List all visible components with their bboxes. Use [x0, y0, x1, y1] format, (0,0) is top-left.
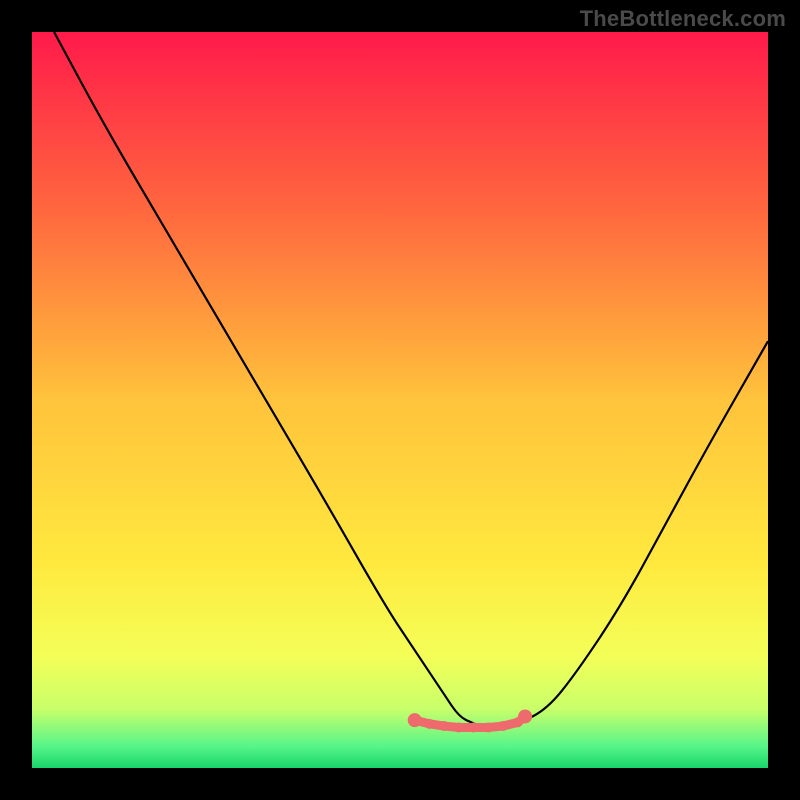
chart-plot — [32, 32, 768, 768]
highlight-dot — [424, 719, 434, 729]
highlight-dot — [469, 723, 479, 733]
gradient-background — [32, 32, 768, 768]
highlight-dot — [408, 713, 422, 727]
highlight-dot — [439, 721, 449, 731]
highlight-dot — [498, 721, 508, 731]
highlight-dot — [518, 709, 532, 723]
highlight-dot — [483, 723, 493, 733]
highlight-dot — [454, 723, 464, 733]
chart-svg — [32, 32, 768, 768]
watermark-text: TheBottleneck.com — [580, 6, 786, 32]
chart-frame: TheBottleneck.com — [0, 0, 800, 800]
